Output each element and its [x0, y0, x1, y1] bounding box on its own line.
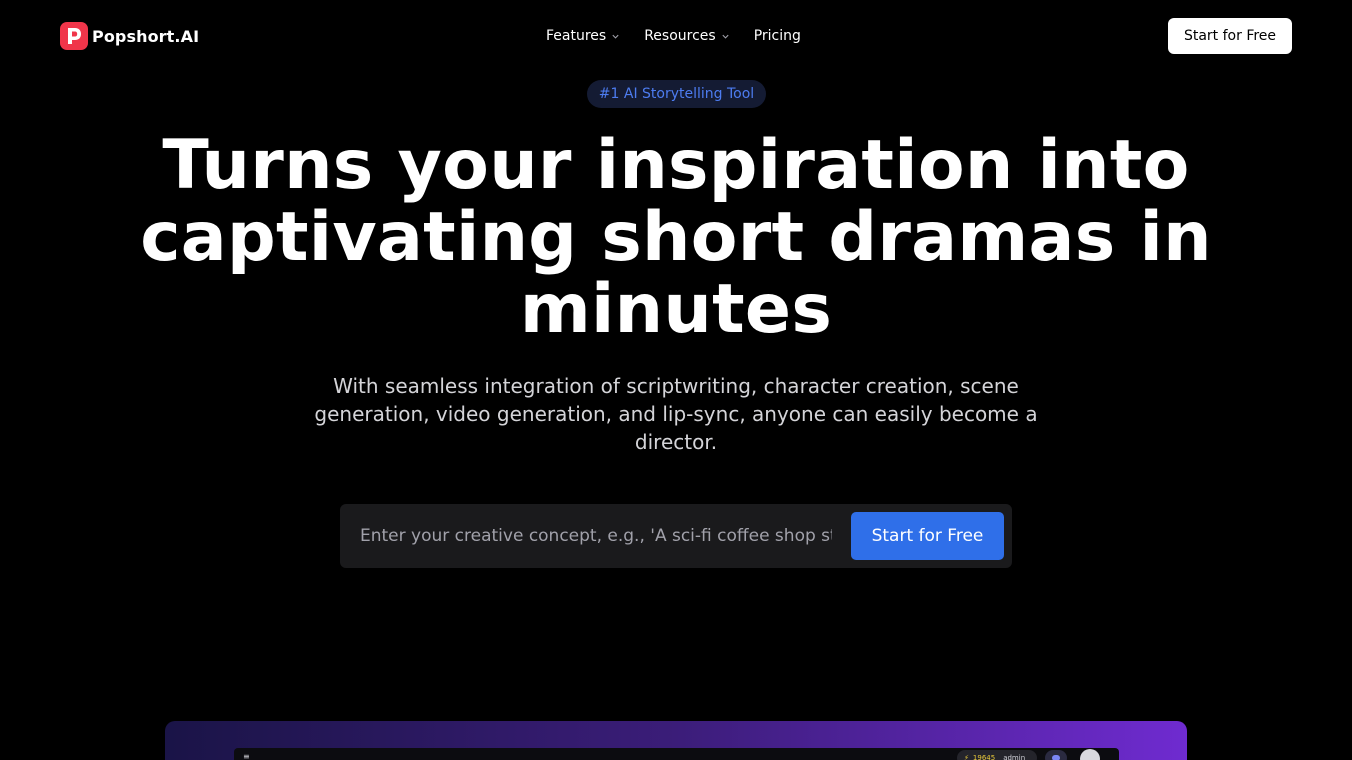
- nav-menu: Features Resources Pricing: [546, 26, 801, 46]
- creative-concept-input[interactable]: [360, 518, 832, 554]
- lightning-icon: ⚡: [964, 754, 969, 760]
- credits-count: 19645: [972, 754, 996, 760]
- nav-item-resources[interactable]: Resources: [644, 28, 730, 44]
- nav-item-label: Resources: [644, 28, 716, 44]
- username: admin: [1003, 754, 1026, 760]
- hero-headline: Turns your inspiration into captivating …: [140, 126, 1212, 349]
- hero-subtitle: With seamless integration of scriptwriti…: [314, 374, 1038, 454]
- start-for-free-button[interactable]: Start for Free: [851, 512, 1004, 560]
- avatar: [1080, 749, 1100, 760]
- discord-icon: [1045, 750, 1067, 760]
- nav-item-features[interactable]: Features: [546, 28, 620, 44]
- popshort-logo-icon: [60, 22, 88, 50]
- hamburger-icon: ≡: [243, 752, 250, 760]
- brand-name: Popshort.AI: [92, 26, 200, 46]
- nav-item-label: Features: [546, 28, 607, 44]
- hero-badge: #1 AI Storytelling Tool: [587, 80, 766, 108]
- product-preview: ≡ ⚡ 19645 admin: [165, 721, 1187, 760]
- prompt-bar: Start for Free: [340, 504, 1012, 568]
- brand-link[interactable]: Popshort.AI: [60, 22, 199, 50]
- top-navbar: Popshort.AI Features Resources Pricing S…: [0, 0, 1352, 72]
- nav-item-pricing[interactable]: Pricing: [754, 28, 801, 44]
- nav-item-label: Pricing: [753, 28, 801, 44]
- chevron-down-icon: [722, 34, 729, 39]
- preview-app-window: ≡ ⚡ 19645 admin: [234, 748, 1119, 760]
- credits-badge: ⚡ 19645 admin: [957, 750, 1037, 760]
- start-for-free-nav-button[interactable]: Start for Free: [1168, 18, 1292, 54]
- chevron-down-icon: [612, 34, 619, 39]
- page: Popshort.AI Features Resources Pricing S…: [0, 0, 1352, 760]
